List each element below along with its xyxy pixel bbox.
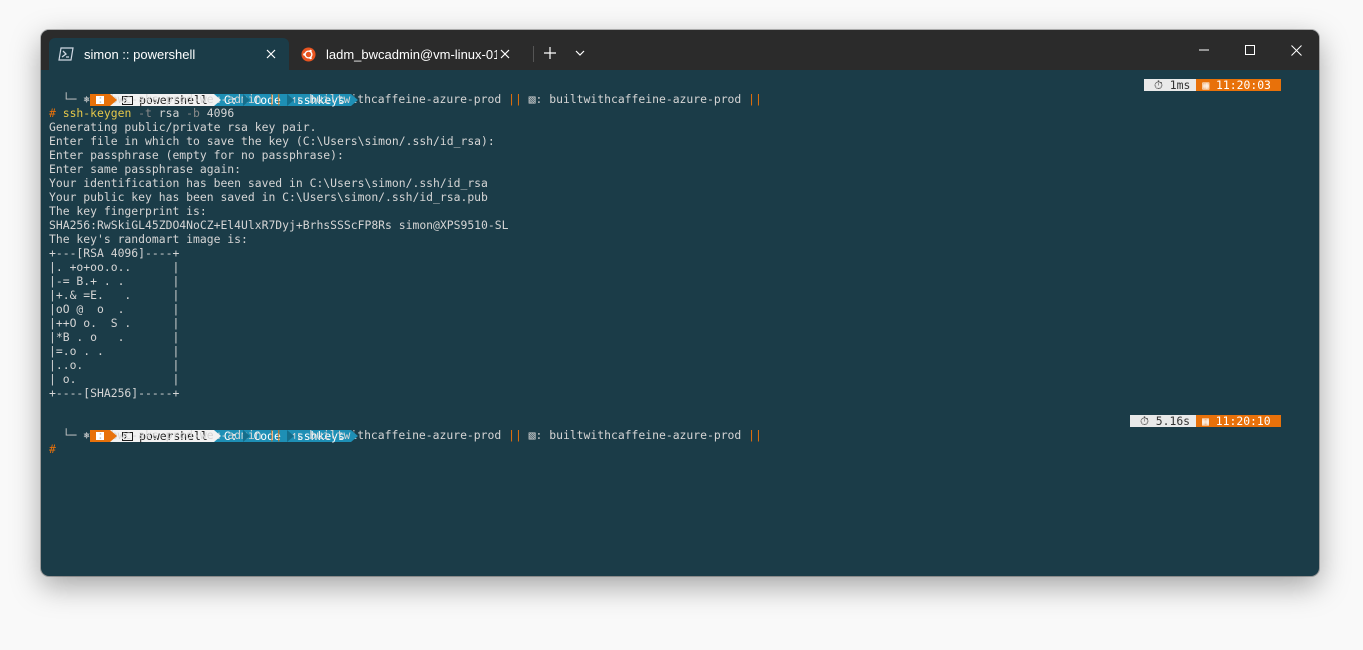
tab-powershell[interactable]: simon :: powershell bbox=[49, 38, 289, 70]
output-line: Your identification has been saved in C:… bbox=[49, 176, 488, 190]
command-arg: 4096 bbox=[206, 106, 235, 120]
azure-subscription: builtwithcaffeine-azure-prod bbox=[309, 428, 502, 442]
azure-subscription-2: builtwithcaffeine-azure-prod bbox=[549, 92, 742, 106]
prompt-line: powershell C: Code sshkeys ⏱ 5.16s ▦ 11:20:1… bbox=[49, 414, 1311, 442]
minimize-button[interactable] bbox=[1181, 30, 1227, 70]
separator: || bbox=[508, 92, 522, 106]
maximize-button[interactable] bbox=[1227, 30, 1273, 70]
separator: || bbox=[268, 428, 283, 442]
duration-value: 1ms bbox=[1169, 78, 1191, 92]
k8s-context: bwc-aks-prod-weu-admin bbox=[110, 428, 262, 442]
randomart-line: |*B . o . | bbox=[49, 330, 180, 344]
prompt-line: powershell C: Code sshkeys ⏱ 1ms ▦ 11:20:03 bbox=[49, 78, 1311, 106]
calendar-icon: ▦ bbox=[1202, 78, 1210, 92]
randomart-line: |. +o+oo.o.. | bbox=[49, 260, 180, 274]
randomart-line: |+.& =E. . | bbox=[49, 288, 180, 302]
randomart-line: |..o. | bbox=[49, 358, 180, 372]
prompt-char: # bbox=[49, 442, 56, 456]
right-prompt: ⏱ 5.16s ▦ 11:20:10 bbox=[1130, 415, 1281, 427]
close-tab-icon[interactable] bbox=[497, 46, 513, 62]
tab-ubuntu[interactable]: ladm_bwcadmin@vm-linux-01: bbox=[291, 38, 523, 70]
tab-label: ladm_bwcadmin@vm-linux-01: bbox=[326, 46, 497, 62]
powershell-icon bbox=[58, 46, 74, 62]
input-line[interactable]: # bbox=[49, 442, 1311, 456]
maximize-icon bbox=[1245, 45, 1255, 55]
separator: || bbox=[268, 92, 283, 106]
command-line: # ssh-keygen -t rsa -b 4096 bbox=[49, 106, 1311, 120]
azure-subscription: builtwithcaffeine-azure-prod bbox=[309, 92, 502, 106]
randomart-line: |=.o . . | bbox=[49, 344, 180, 358]
command-name: ssh-keygen bbox=[62, 106, 132, 120]
right-prompt: ⏱ 1ms ▦ 11:20:03 bbox=[1144, 79, 1281, 91]
randomart-line: | o. | bbox=[49, 372, 180, 386]
new-tab-button[interactable] bbox=[536, 40, 564, 66]
chevron-down-icon bbox=[575, 50, 585, 56]
stopwatch-icon: ⏱ bbox=[1140, 414, 1149, 428]
prompt-char: # bbox=[49, 106, 56, 120]
output-line: The key's randomart image is: bbox=[49, 232, 248, 246]
ubuntu-icon bbox=[300, 46, 316, 62]
context-line: └─ ⎈ : bwc-aks-prod-weu-admin || ⩘: buil… bbox=[49, 428, 762, 442]
calendar-icon: ▦ bbox=[1202, 414, 1209, 428]
cloud-shell-icon: ▧ bbox=[528, 92, 536, 106]
randomart-line: +---[RSA 4096]----+ bbox=[49, 246, 180, 260]
tab-label: simon :: powershell bbox=[84, 46, 196, 62]
randomart-line: |++O o. S . | bbox=[49, 316, 180, 330]
minimize-icon bbox=[1199, 49, 1209, 51]
time-segment: ▦ 11:20:03 bbox=[1196, 79, 1281, 91]
command-flag: -t bbox=[138, 106, 152, 120]
command-flag: -b bbox=[186, 106, 200, 120]
close-window-button[interactable] bbox=[1273, 30, 1319, 70]
duration-value: 5.16s bbox=[1155, 414, 1191, 428]
output-line: Enter passphrase (empty for no passphras… bbox=[49, 148, 344, 162]
output-line: The key fingerprint is: bbox=[49, 204, 207, 218]
close-tab-icon[interactable] bbox=[263, 46, 279, 62]
output-line: Your public key has been saved in C:\Use… bbox=[49, 190, 488, 204]
close-icon bbox=[1290, 44, 1302, 56]
title-bar: simon :: powershell ladm_bwcadmin@vm-lin… bbox=[41, 30, 1319, 70]
time-value: 11:20:03 bbox=[1216, 78, 1271, 92]
duration-segment: ⏱ 1ms bbox=[1144, 78, 1197, 92]
tab-dropdown-button[interactable] bbox=[566, 40, 594, 66]
separator: || bbox=[748, 428, 762, 442]
terminal-window: simon :: powershell ladm_bwcadmin@vm-lin… bbox=[41, 30, 1319, 576]
terminal-output[interactable]: powershell C: Code sshkeys ⏱ 1ms ▦ 11:20:03 … bbox=[49, 78, 1311, 456]
randomart-line: +----[SHA256]-----+ bbox=[49, 386, 180, 400]
output-block: Generating public/private rsa key pair. … bbox=[49, 120, 1311, 414]
separator: || bbox=[508, 428, 522, 442]
output-line: Generating public/private rsa key pair. bbox=[49, 120, 317, 134]
cloud-shell-icon: ▧ bbox=[528, 428, 536, 442]
output-line: Enter file in which to save the key (C:\… bbox=[49, 134, 495, 148]
randomart-line: |oO @ o . | bbox=[49, 302, 180, 316]
separator: || bbox=[748, 92, 762, 106]
duration-segment: ⏱ 5.16s bbox=[1130, 414, 1197, 428]
output-line: Enter same passphrase again: bbox=[49, 162, 242, 176]
time-segment: ▦ 11:20:10 bbox=[1196, 415, 1281, 427]
stopwatch-icon: ⏱ bbox=[1154, 78, 1163, 92]
context-line: └─ ⎈ : bwc-aks-prod-weu-admin || ⩘: buil… bbox=[49, 92, 762, 106]
azure-subscription-2: builtwithcaffeine-azure-prod bbox=[549, 428, 742, 442]
k8s-context: bwc-aks-prod-weu-admin bbox=[110, 92, 262, 106]
command-arg: rsa bbox=[158, 106, 180, 120]
plus-icon bbox=[544, 47, 556, 59]
randomart-line: |-= B.+ . . | bbox=[49, 274, 180, 288]
tab-separator bbox=[533, 46, 534, 62]
time-value: 11:20:10 bbox=[1215, 414, 1271, 428]
output-line: SHA256:RwSkiGL45ZDO4NoCZ+El4UlxR7Dyj+Brh… bbox=[49, 218, 509, 232]
